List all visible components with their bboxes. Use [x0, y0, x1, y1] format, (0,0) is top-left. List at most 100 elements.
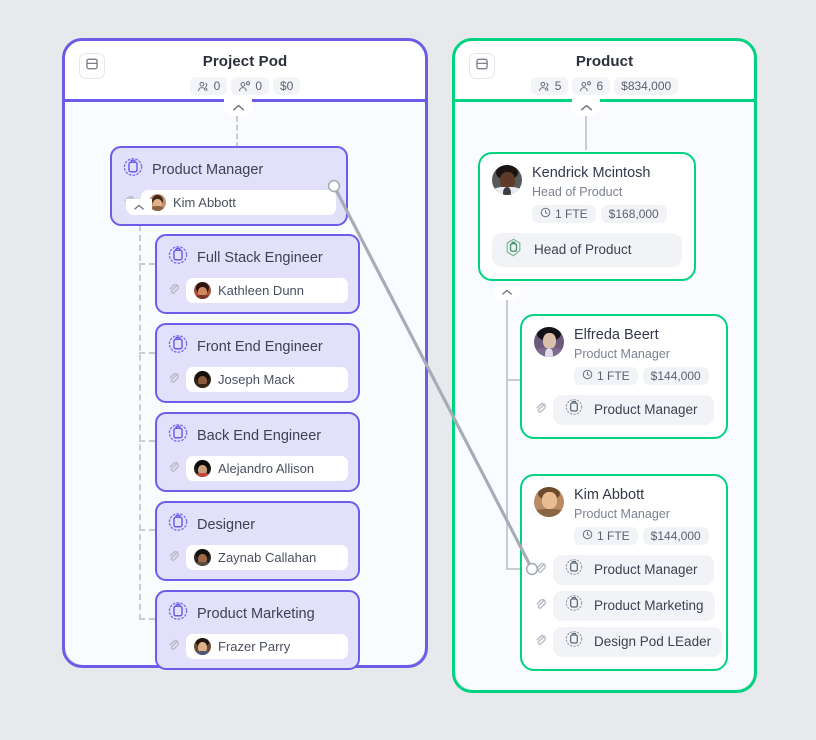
alejandro-allison-avatar: [194, 460, 211, 477]
role-dashed-icon: [167, 422, 189, 449]
assignee-name: Kim Abbott: [173, 195, 236, 210]
person-gear-icon: [579, 80, 592, 93]
paperclip-icon: [167, 460, 180, 478]
role-card-header: Product Manager: [122, 156, 336, 183]
panel-stats: 0 0 $0: [189, 77, 301, 95]
panel-layout-icon-button-product[interactable]: [469, 53, 495, 79]
person-card-info: Kim Abbott Product Manager 1 FTE $144,00…: [574, 487, 709, 545]
person-card-header: Kendrick Mcintosh Head of Product 1 FTE …: [492, 165, 682, 223]
collapse-toggle-product-manager[interactable]: [126, 199, 152, 215]
person-card-info: Kendrick Mcintosh Head of Product 1 FTE …: [532, 165, 667, 223]
person-meta: 1 FTE $144,000: [574, 526, 709, 545]
tree-line-stub-4: [139, 529, 155, 531]
fte-value: 1 FTE: [597, 368, 630, 383]
person-card-header: Elfreda Beert Product Manager 1 FTE $144…: [534, 327, 714, 385]
person-card-kim-abbott[interactable]: Kim Abbott Product Manager 1 FTE $144,00…: [520, 474, 728, 671]
joseph-mack-avatar: [194, 371, 211, 388]
kim-abbott-avatar: [534, 487, 564, 517]
tree-line-vertical-branch-product: [506, 300, 508, 570]
fte-chip[interactable]: 1 FTE: [574, 526, 638, 545]
assignee-name: Alejandro Allison: [218, 461, 315, 476]
stat-value: 5: [554, 79, 562, 93]
role-chip-label: Design Pod LEader: [594, 634, 712, 650]
collapse-toggle-kendrick[interactable]: [494, 284, 520, 300]
role-card-title: Designer: [197, 516, 256, 533]
person-card-elfreda-beert[interactable]: Elfreda Beert Product Manager 1 FTE $144…: [520, 314, 728, 439]
assignee-pill[interactable]: Zaynab Callahan: [186, 545, 348, 570]
role-chip-row: Product Manager: [534, 554, 714, 585]
role-card-designer[interactable]: Designer Zaynab Callahan: [155, 501, 360, 581]
panel-layout-icon-button-project-pod[interactable]: [79, 53, 105, 79]
stat-headcount[interactable]: 5: [530, 77, 569, 95]
role-chip-product-manager[interactable]: Product Manager: [553, 394, 714, 425]
stat-roles[interactable]: 6: [572, 77, 611, 95]
tree-line-vertical-branch: [139, 215, 141, 620]
role-chip-product-manager[interactable]: Product Manager: [553, 554, 714, 585]
person-role: Product Manager: [574, 506, 670, 521]
role-chip-product-marketing[interactable]: Product Marketing: [553, 590, 715, 621]
clock-icon: [582, 529, 593, 543]
elfreda-beert-avatar: [534, 327, 564, 357]
stat-budget[interactable]: $0: [273, 77, 301, 95]
role-card-assignee[interactable]: Zaynab Callahan: [167, 545, 348, 570]
person-role-chips: Product Manager: [534, 394, 714, 425]
role-card-title: Front End Engineer: [197, 338, 323, 355]
role-card-title: Product Manager: [152, 161, 264, 178]
role-card-full-stack-engineer[interactable]: Full Stack Engineer Kathleen Dunn: [155, 234, 360, 314]
assignee-pill[interactable]: Frazer Parry: [186, 634, 348, 659]
stat-budget[interactable]: $834,000: [614, 77, 679, 95]
panel-title: Product: [575, 53, 634, 70]
kathleen-dunn-avatar: [194, 282, 211, 299]
panel-layout-icon: [85, 57, 99, 76]
role-chip-head-of-product[interactable]: Head of Product: [492, 232, 682, 267]
collapse-toggle-product[interactable]: [572, 99, 600, 116]
paperclip-icon: [167, 638, 180, 656]
people-icon: [197, 80, 210, 93]
zaynab-callahan-avatar: [194, 549, 211, 566]
panel-header-project-pod: Project Pod 0 0 $0: [65, 41, 425, 102]
role-card-assignee[interactable]: Joseph Mack: [167, 367, 348, 392]
role-chip-label: Head of Product: [534, 242, 632, 258]
role-dashed-icon: [564, 557, 584, 582]
person-card-info: Elfreda Beert Product Manager 1 FTE $144…: [574, 327, 709, 385]
collapse-toggle-project-pod[interactable]: [224, 99, 252, 116]
role-card-assignee[interactable]: Frazer Parry: [167, 634, 348, 659]
assignee-pill[interactable]: Alejandro Allison: [186, 456, 348, 481]
role-dashed-icon: [122, 156, 144, 183]
person-card-kendrick-mcintosh[interactable]: Kendrick Mcintosh Head of Product 1 FTE …: [478, 152, 696, 281]
role-card-assignee[interactable]: Kathleen Dunn: [167, 278, 348, 303]
role-card-header: Product Marketing: [167, 600, 348, 627]
role-chip-row: Product Manager: [534, 394, 714, 425]
fte-chip[interactable]: 1 FTE: [574, 366, 638, 385]
fte-chip[interactable]: 1 FTE: [532, 204, 596, 223]
tree-line-stub-2: [139, 352, 155, 354]
role-chip-design-pod-leader[interactable]: Design Pod LEader: [553, 626, 723, 657]
panel-header-product: Product 5 6 $834,000: [455, 41, 754, 102]
person-card-header: Kim Abbott Product Manager 1 FTE $144,00…: [534, 487, 714, 545]
role-card-header: Full Stack Engineer: [167, 244, 348, 271]
assignee-name: Frazer Parry: [218, 639, 291, 654]
role-card-title: Full Stack Engineer: [197, 249, 323, 266]
stat-headcount[interactable]: 0: [189, 77, 228, 95]
role-card-assignee[interactable]: Kim Abbott: [122, 190, 336, 215]
paperclip-icon: [534, 597, 547, 615]
paperclip-icon: [167, 549, 180, 567]
stat-value: $834,000: [621, 79, 672, 93]
salary-chip[interactable]: $168,000: [600, 204, 667, 223]
assignee-name: Joseph Mack: [218, 372, 295, 387]
role-card-product-marketing[interactable]: Product Marketing Frazer Parry: [155, 590, 360, 670]
salary-value: $144,000: [650, 368, 701, 383]
assignee-pill[interactable]: Kathleen Dunn: [186, 278, 348, 303]
role-card-assignee[interactable]: Alejandro Allison: [167, 456, 348, 481]
assignee-pill[interactable]: Joseph Mack: [186, 367, 348, 392]
person-name: Elfreda Beert: [574, 327, 659, 343]
stat-roles[interactable]: 0: [231, 77, 269, 95]
stat-value: 6: [596, 79, 604, 93]
assignee-pill[interactable]: Kim Abbott: [141, 190, 336, 215]
role-dashed-icon: [564, 397, 584, 422]
person-meta: 1 FTE $168,000: [532, 204, 667, 223]
salary-chip[interactable]: $144,000: [642, 526, 709, 545]
role-card-front-end-engineer[interactable]: Front End Engineer Joseph Mack: [155, 323, 360, 403]
role-card-back-end-engineer[interactable]: Back End Engineer Alejandro Allison: [155, 412, 360, 492]
salary-chip[interactable]: $144,000: [642, 366, 709, 385]
